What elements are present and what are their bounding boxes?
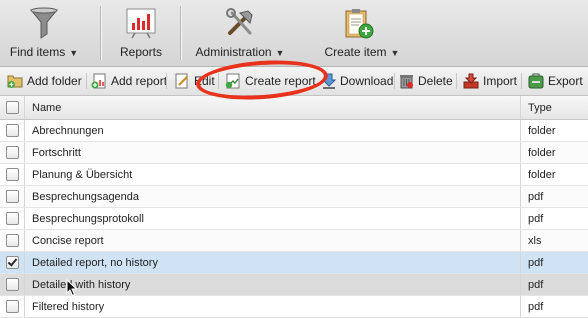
download-button[interactable]: Download — [322, 73, 393, 89]
table-row[interactable]: Besprechungsagenda pdf — [0, 186, 588, 208]
toolbar-divider — [394, 73, 395, 89]
column-header-name[interactable]: Name — [32, 96, 61, 119]
row-name[interactable]: Detailed with history — [32, 274, 130, 295]
folder-add-icon — [7, 75, 23, 88]
add-folder-button[interactable]: Add folder — [7, 73, 82, 89]
import-button[interactable]: Import — [463, 73, 517, 89]
row-checkbox-checked[interactable] — [5, 256, 19, 269]
ribbon-divider — [100, 6, 101, 60]
import-label: Import — [483, 74, 518, 88]
table-row-hovered[interactable]: Detailed with history pdf — [0, 274, 588, 296]
trash-icon — [400, 75, 413, 89]
export-button[interactable]: Export — [528, 73, 583, 89]
ribbon-divider — [180, 6, 181, 60]
row-checkbox[interactable] — [5, 190, 19, 203]
toolbar-divider — [521, 73, 522, 89]
clipboard-add-icon — [345, 9, 374, 39]
find-items-label: Find items — [9, 45, 66, 59]
toolbar-divider — [166, 73, 167, 89]
row-checkbox[interactable] — [5, 168, 19, 181]
chevron-down-icon: ▼ — [275, 48, 285, 58]
row-name[interactable]: Filtered history — [32, 296, 104, 317]
chevron-down-icon: ▼ — [390, 48, 400, 58]
row-name[interactable]: Abrechnungen — [32, 120, 104, 141]
mouse-pointer-icon — [66, 279, 78, 297]
export-label: Export — [548, 74, 583, 88]
row-name[interactable]: Besprechungsprotokoll — [32, 208, 144, 229]
row-name[interactable]: Besprechungsagenda — [32, 186, 139, 207]
table-row-selected[interactable]: Detailed report, no history pdf — [0, 252, 588, 274]
find-items-menu[interactable]: Find items ▼ — [0, 0, 88, 66]
reports-label: Reports — [119, 45, 163, 59]
download-label: Download — [340, 74, 394, 88]
edit-icon — [175, 73, 188, 89]
table-row[interactable]: Concise report xls — [0, 230, 588, 252]
column-header-type[interactable]: Type — [520, 96, 588, 119]
row-type: pdf — [520, 208, 588, 229]
create-item-label: Create item — [324, 45, 387, 59]
row-checkbox[interactable] — [5, 278, 19, 291]
add-report-label: Add report — [111, 74, 168, 88]
create-item-menu[interactable]: Create item ▼ — [316, 0, 408, 66]
table-row[interactable]: Besprechungsprotokoll pdf — [0, 208, 588, 230]
table-row[interactable]: Filtered history pdf — [0, 296, 588, 318]
row-name[interactable]: Fortschritt — [32, 142, 81, 163]
row-checkbox[interactable] — [5, 212, 19, 225]
row-type: pdf — [520, 186, 588, 207]
row-type: folder — [520, 120, 588, 141]
toolbar-divider — [456, 73, 457, 89]
main-ribbon: Find items ▼ Reports Administration ▼ Cr… — [0, 0, 588, 67]
export-icon — [528, 73, 544, 89]
tools-icon — [226, 8, 253, 35]
funnel-icon — [29, 7, 59, 39]
chevron-down-icon: ▼ — [69, 48, 79, 58]
row-type: pdf — [520, 252, 588, 273]
delete-label: Delete — [418, 74, 453, 88]
row-name[interactable]: Planung & Übersicht — [32, 164, 132, 185]
row-type: folder — [520, 164, 588, 185]
add-report-button[interactable]: Add report — [91, 73, 167, 89]
administration-label: Administration — [195, 45, 272, 59]
row-type: pdf — [520, 274, 588, 295]
toolbar-divider — [86, 73, 87, 89]
table-header: Name Type — [0, 96, 588, 120]
report-add-icon — [91, 73, 106, 89]
row-name[interactable]: Detailed report, no history — [32, 252, 158, 273]
table-row[interactable]: Abrechnungen folder — [0, 120, 588, 142]
items-table: Name Type Abrechnungen folder Fortschrit… — [0, 96, 588, 318]
table-row[interactable]: Planung & Übersicht folder — [0, 164, 588, 186]
administration-menu[interactable]: Administration ▼ — [186, 0, 294, 66]
row-type: xls — [520, 230, 588, 251]
row-checkbox[interactable] — [5, 300, 19, 313]
reports-menu[interactable]: Reports — [106, 0, 176, 66]
row-type: pdf — [520, 296, 588, 317]
row-checkbox[interactable] — [5, 146, 19, 159]
import-icon — [463, 73, 479, 89]
row-name[interactable]: Concise report — [32, 230, 104, 251]
row-type: folder — [520, 142, 588, 163]
row-checkbox[interactable] — [5, 124, 19, 137]
bar-chart-icon — [126, 8, 156, 39]
select-all-checkbox[interactable] — [5, 101, 19, 114]
add-folder-label: Add folder — [27, 74, 82, 88]
row-checkbox[interactable] — [5, 234, 19, 247]
delete-button[interactable]: Delete — [399, 73, 453, 89]
table-row[interactable]: Fortschritt folder — [0, 142, 588, 164]
